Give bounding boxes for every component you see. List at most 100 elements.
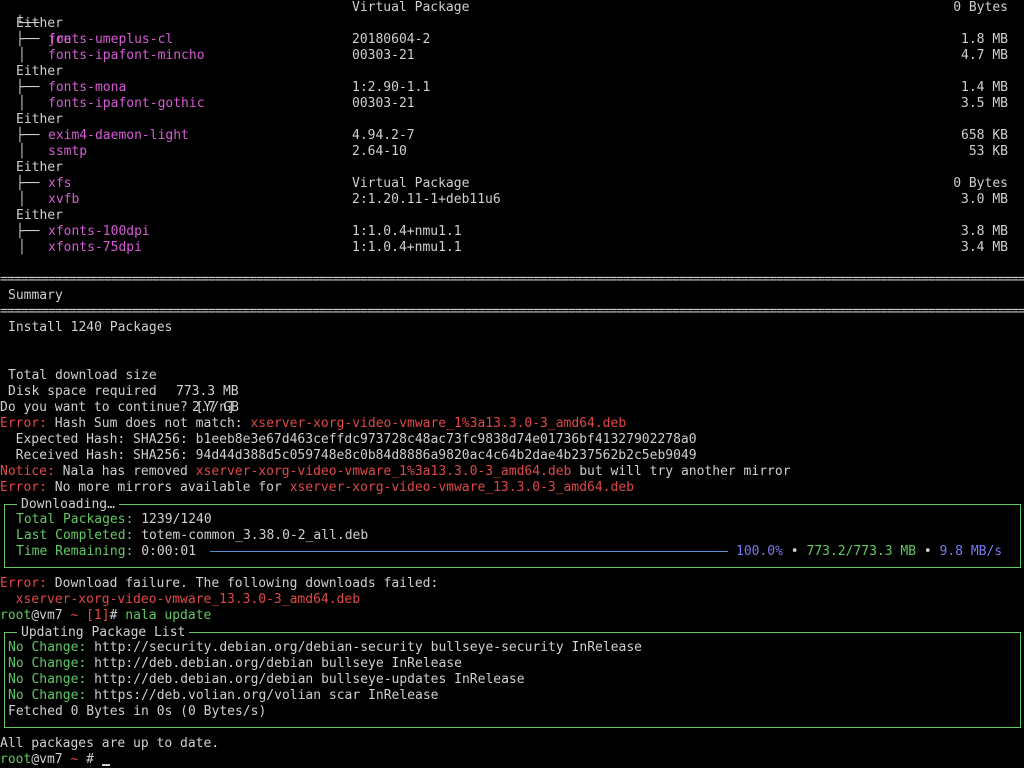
error-failure-line: Error: Download failure. The following d…: [0, 576, 1024, 592]
tree-glyph: ├──: [16, 128, 40, 143]
package-name: fonts-ipafont-gothic: [48, 96, 205, 111]
prompt-user: root: [0, 608, 32, 623]
tree-glyph: │: [18, 192, 26, 207]
update-line: No Change: http://deb.debian.org/debian …: [8, 656, 1024, 672]
notice-line: Notice: Nala has removed xserver-xorg-vi…: [0, 464, 1024, 480]
summary-disk: Disk space required 2.7 GB: [0, 368, 1024, 415]
error-label: Error:: [0, 576, 47, 591]
package-name: ssmtp: [48, 144, 88, 159]
bullet: •: [790, 544, 799, 559]
update-line: No Change: https://deb.volian.org/volian…: [8, 688, 1024, 704]
repo-url: http://security.debian.org/debian-securi…: [86, 640, 642, 655]
package-name: exim4-daemon-light: [48, 128, 189, 143]
package-version: 00303-21: [352, 96, 415, 111]
prompt-hash: #: [109, 608, 126, 623]
error-label: Error:: [0, 480, 47, 495]
prompt-host: @vm7: [31, 608, 63, 623]
error-mirrors-line: Error: No more mirrors available for xse…: [0, 480, 1024, 496]
failed-file: xserver-xorg-video-vmware_13.3.0-3_amd64…: [0, 592, 361, 607]
package-size: 3.0 MB: [961, 192, 1008, 207]
package-size: 3.5 MB: [961, 96, 1008, 111]
total-packages-label: Total Packages:: [16, 512, 134, 527]
shell-prompt-current[interactable]: root@vm7 ~ #: [0, 752, 1024, 768]
package-row: │ ssmtp 2.64-10 53 KB: [0, 144, 1024, 160]
package-version: Virtual Package: [352, 0, 470, 15]
package-row: ├── exim4-daemon-light 4.94.2-7 658 KB: [0, 128, 1024, 144]
package-name: xfonts-75dpi: [48, 240, 142, 255]
either-label: Either: [16, 16, 63, 31]
tree-glyph: ├──: [16, 80, 40, 95]
package-version: 1:1.0.4+nmu1.1: [352, 224, 462, 239]
notice-label: Notice:: [0, 464, 55, 479]
tree-glyph: │: [18, 144, 26, 159]
package-size: 1.4 MB: [961, 80, 1008, 95]
continue-prompt: Do you want to continue? [Y/n]: [0, 400, 235, 415]
prompt-hash: #: [86, 752, 102, 767]
command-text: nala update: [125, 608, 212, 623]
bullet: •: [923, 544, 932, 559]
up-to-date-message: All packages are up to date.: [0, 736, 220, 751]
prompt-exit-code: [1]: [86, 608, 110, 623]
download-value: 773.3 MB: [176, 384, 239, 399]
speed: 9.8 MB/s: [939, 544, 1003, 559]
package-version: 20180604-2: [352, 32, 431, 47]
package-version: 2.64-10: [352, 144, 407, 159]
prompt-tilde: ~: [62, 752, 87, 767]
package-row: ├── xfonts-100dpi 1:1.0.4+nmu1.1 3.8 MB: [0, 224, 1024, 240]
error-file: xserver-xorg-video-vmware_13.3.0-3_amd64…: [289, 480, 634, 495]
terminal-window[interactable]: └── jre Virtual Package 0 Bytes Either ├─…: [0, 0, 1024, 768]
error-label: Error:: [0, 416, 47, 431]
package-row: │ xfonts-75dpi 1:1.0.4+nmu1.1 3.4 MB: [0, 240, 1024, 256]
update-line: No Change: http://deb.debian.org/debian …: [8, 672, 1024, 688]
tree-glyph: ├──: [16, 176, 40, 191]
notice-tail: but will try another mirror: [571, 464, 791, 479]
repo-url: http://deb.debian.org/debian bullseye-up…: [86, 672, 525, 687]
package-row: ├── fonts-umeplus-cl 20180604-2 1.8 MB: [0, 32, 1024, 48]
summary-install: Install 1240 Packages: [8, 320, 173, 335]
time-remaining-value: 0:00:01: [133, 544, 197, 559]
repo-url: http://deb.debian.org/debian bullseye In…: [86, 656, 462, 671]
package-version: 4.94.2-7: [352, 128, 415, 143]
transferred: 773.2/773.3 MB: [806, 544, 917, 559]
package-name: xfonts-100dpi: [48, 224, 150, 239]
package-name: fonts-umeplus-cl: [48, 32, 174, 47]
no-change-label: No Change:: [8, 640, 87, 655]
progress-bar: [210, 551, 728, 552]
package-version: 1:2.90-1.1: [352, 80, 431, 95]
either-label: Either: [16, 208, 63, 223]
either-label: Either: [16, 160, 63, 175]
package-size: 4.7 MB: [961, 48, 1008, 63]
last-completed-label: Last Completed:: [16, 528, 134, 543]
package-size: 1.8 MB: [961, 32, 1008, 47]
error-text: Download failure. The following download…: [46, 576, 439, 591]
updating-title: Updating Package List: [17, 625, 190, 641]
package-version: 1:1.0.4+nmu1.1: [352, 240, 462, 255]
separator: ========================================…: [0, 304, 1024, 319]
disk-label: Disk space required: [8, 384, 157, 399]
tree-glyph: │: [18, 96, 26, 111]
fetched-line: Fetched 0 Bytes in 0s (0 Bytes/s): [8, 704, 267, 719]
cursor: [101, 764, 110, 766]
prompt-user: root: [0, 752, 32, 767]
package-row: │ fonts-ipafont-gothic 00303-21 3.5 MB: [0, 96, 1024, 112]
notice-text: Nala has removed: [54, 464, 196, 479]
summary-download: Total download size 773.3 MB: [0, 352, 1024, 399]
tree-glyph: │: [18, 48, 26, 63]
no-change-label: No Change:: [8, 672, 87, 687]
package-size: 0 Bytes: [953, 176, 1008, 191]
package-size: 3.4 MB: [961, 240, 1008, 255]
total-packages-line: Total Packages: 1239/1240: [16, 512, 1024, 528]
prompt-tilde: ~: [62, 608, 87, 623]
tree-glyph: │: [18, 240, 26, 255]
package-name: fonts-mona: [48, 80, 127, 95]
package-name: xfs: [48, 176, 72, 191]
update-line: No Change: http://security.debian.org/de…: [8, 640, 1024, 656]
either-label: Either: [16, 112, 63, 127]
received-hash: Received Hash: SHA256: 94d44d388d5c05974…: [0, 448, 697, 463]
prompt-host: @vm7: [31, 752, 63, 767]
notice-file: xserver-xorg-video-vmware_1%3a13.3.0-3_a…: [195, 464, 572, 479]
package-size: 3.8 MB: [961, 224, 1008, 239]
package-name: xvfb: [48, 192, 80, 207]
progress-percent: 100.0%: [736, 544, 783, 559]
separator: ========================================…: [0, 272, 1024, 287]
